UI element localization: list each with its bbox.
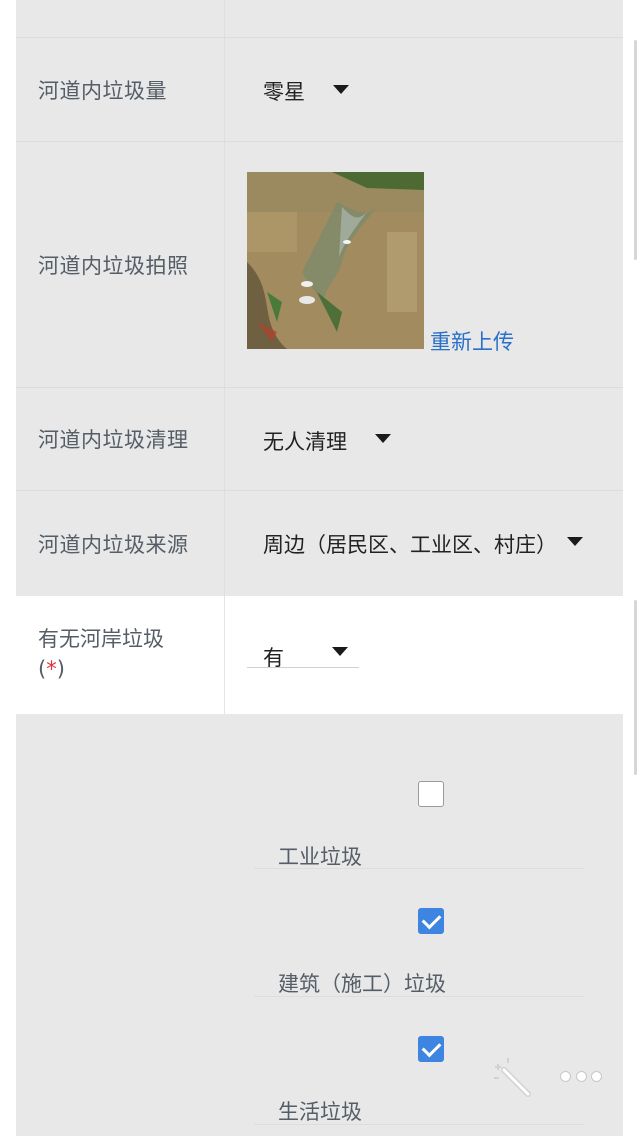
chevron-down-icon <box>375 433 391 443</box>
trash-amount-select[interactable]: 零星 <box>263 76 349 106</box>
checkbox-industrial[interactable] <box>418 781 444 807</box>
more-dot <box>575 1070 587 1082</box>
bank-trash-label-text: 有无河岸垃圾 <box>38 627 164 651</box>
form-row-trash-source: 河道内垃圾来源 周边（居民区、工业区、村庄） <box>16 491 623 596</box>
required-close: ) <box>56 657 65 681</box>
chevron-down-icon <box>332 646 348 656</box>
scrollbar-thumb-outer[interactable] <box>634 40 637 260</box>
form-row-bank-trash: 有无河岸垃圾 (*) 有 <box>16 596 623 714</box>
reupload-link[interactable]: 重新上传 <box>430 326 514 356</box>
trash-amount-label: 河道内垃圾量 <box>16 38 225 141</box>
trash-source-label: 河道内垃圾来源 <box>16 491 225 596</box>
check-label-industrial: 工业垃圾 <box>278 845 362 869</box>
trash-cleanup-select[interactable]: 无人清理 <box>263 426 391 456</box>
bank-trash-label: 有无河岸垃圾 (*) <box>16 596 225 714</box>
row-label-empty <box>16 0 225 37</box>
trash-source-selected: 周边（居民区、工业区、村庄） <box>263 533 557 557</box>
magic-wand-icon[interactable] <box>492 1056 534 1098</box>
check-label-construction: 建筑（施工）垃圾 <box>278 972 446 996</box>
required-asterisk: * <box>46 657 57 681</box>
required-open: ( <box>38 657 47 681</box>
trash-cleanup-selected: 无人清理 <box>263 430 347 454</box>
scrollbar-thumb-inner[interactable] <box>634 600 637 775</box>
more-dot <box>591 1070 602 1082</box>
check-label-household: 生活垃圾 <box>278 1100 362 1124</box>
bank-trash-select[interactable]: 有 <box>263 642 348 672</box>
more-dots-icon[interactable] <box>560 1066 602 1086</box>
bank-trash-selected: 有 <box>263 646 284 670</box>
trash-photo-image[interactable] <box>247 172 424 349</box>
scrollbar[interactable] <box>634 0 638 1136</box>
form-row-trash-cleanup: 河道内垃圾清理 无人清理 <box>16 388 623 491</box>
trash-amount-value-cell: 零星 <box>226 38 623 141</box>
chevron-down-icon <box>333 84 349 94</box>
check-item-construction[interactable]: 建筑（施工）垃圾 <box>254 869 584 997</box>
trash-cleanup-label: 河道内垃圾清理 <box>16 388 225 490</box>
trash-photo-label: 河道内垃圾拍照 <box>16 142 225 387</box>
trash-amount-selected: 零星 <box>263 80 305 104</box>
form-row-trash-amount: 河道内垃圾量 零星 <box>16 38 623 142</box>
trash-source-value-cell: 周边（居民区、工业区、村庄） <box>226 491 623 596</box>
chevron-down-icon <box>567 536 583 546</box>
checkbox-household[interactable] <box>418 1036 444 1062</box>
trash-source-select[interactable]: 周边（居民区、工业区、村庄） <box>263 529 583 559</box>
form-row-partial <box>16 0 623 38</box>
checkbox-construction[interactable] <box>418 908 444 934</box>
check-item-household[interactable]: 生活垃圾 <box>254 997 584 1125</box>
required-indicator: (*) <box>38 654 224 684</box>
more-dot <box>560 1070 571 1082</box>
trash-cleanup-value-cell: 无人清理 <box>226 388 623 490</box>
check-item-industrial[interactable]: 工业垃圾 <box>254 741 584 869</box>
form-row-trash-photo: 河道内垃圾拍照 重新上传 <box>16 142 623 388</box>
trash-photo-value-cell: 重新上传 <box>226 142 623 387</box>
